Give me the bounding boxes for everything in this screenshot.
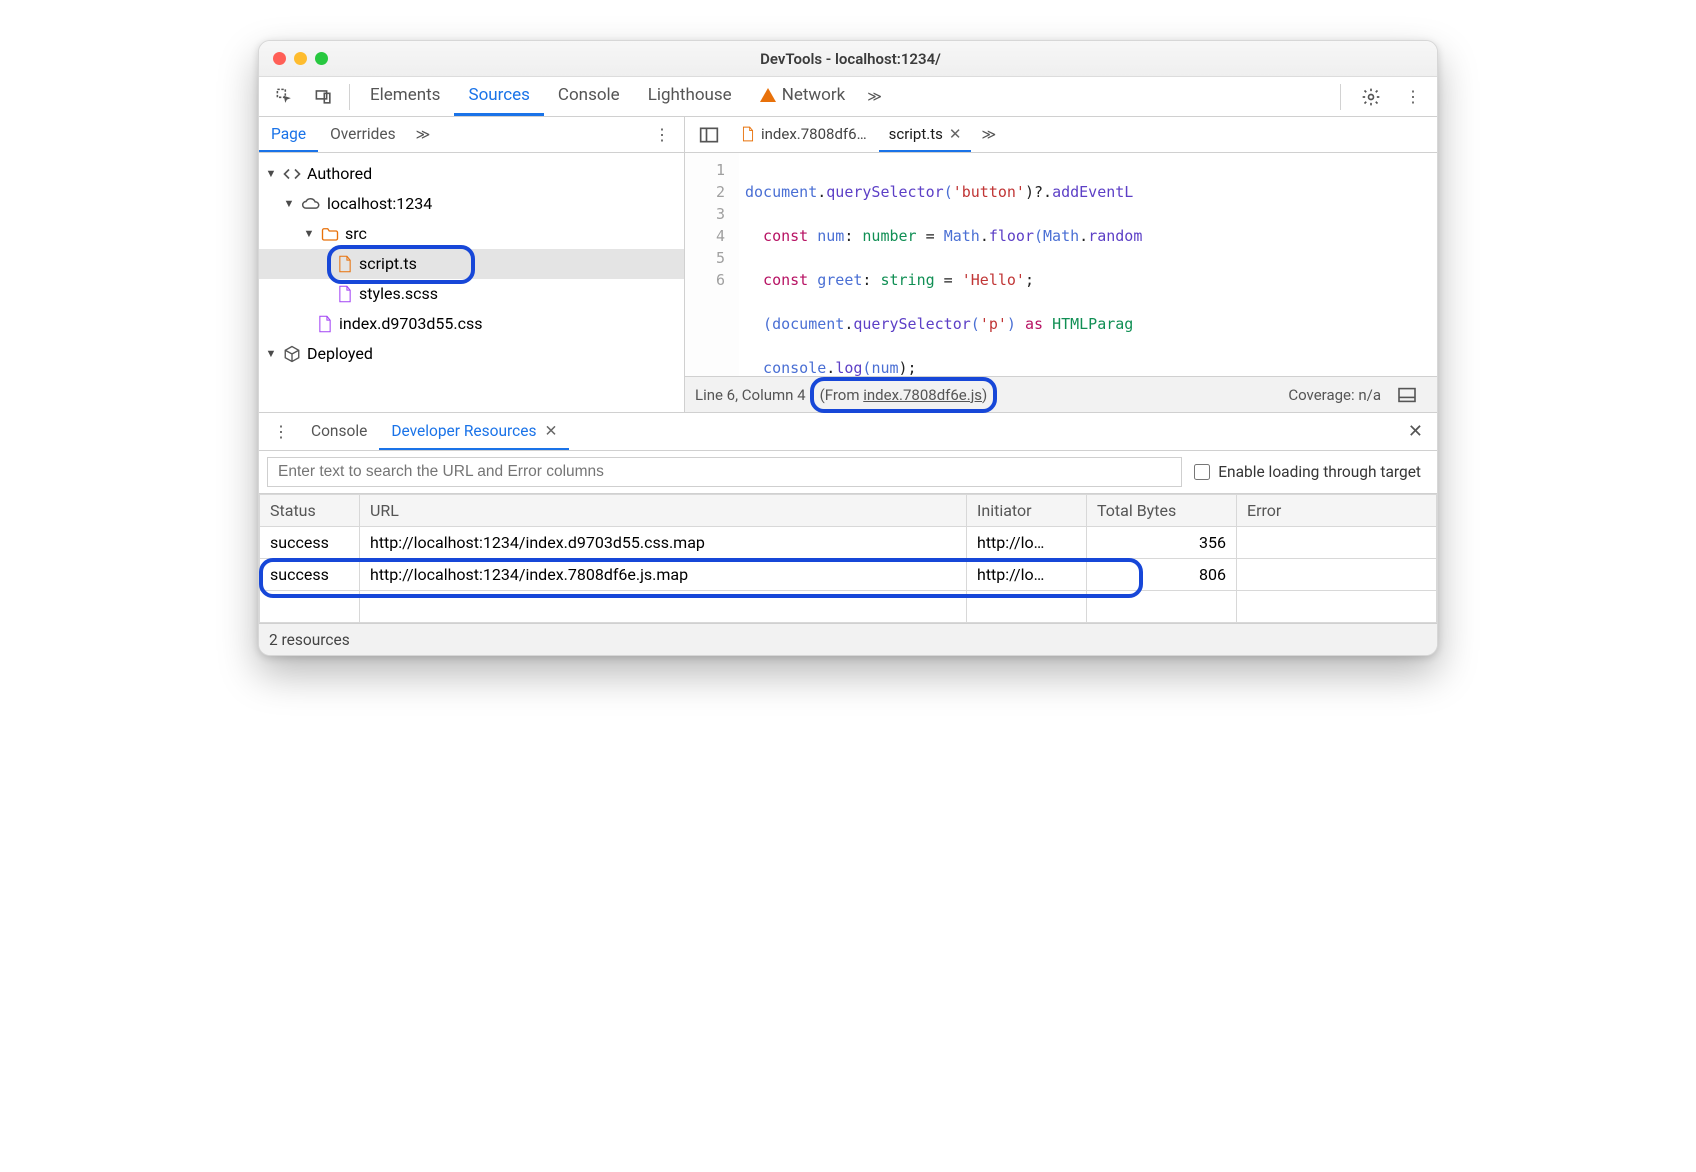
file-icon bbox=[317, 315, 333, 333]
folder-icon bbox=[321, 226, 339, 242]
tree-authored[interactable]: ▼ Authored bbox=[259, 159, 684, 189]
status-coverage: Coverage: n/a bbox=[1288, 386, 1381, 404]
file-icon bbox=[337, 255, 353, 273]
tree-file-styles[interactable]: styles.scss bbox=[259, 279, 684, 309]
drawer-tab-console[interactable]: Console bbox=[299, 413, 379, 450]
pane-tab-page[interactable]: Page bbox=[259, 117, 318, 152]
tab-lighthouse[interactable]: Lighthouse bbox=[634, 77, 746, 116]
tree-host[interactable]: ▼ localhost:1234 bbox=[259, 189, 684, 219]
tree-file-script-label: script.ts bbox=[359, 249, 417, 279]
col-status[interactable]: Status bbox=[260, 495, 360, 527]
more-tabs-icon[interactable]: ≫ bbox=[859, 89, 890, 105]
resource-search-input[interactable] bbox=[267, 457, 1182, 487]
tab-elements-label: Elements bbox=[370, 85, 440, 105]
editor-pane: index.7808df6… script.ts ✕ ≫ 123456 docu… bbox=[685, 117, 1437, 412]
status-linecol: Line 6, Column 4 bbox=[695, 386, 806, 404]
enable-loading-checkbox[interactable]: Enable loading through target bbox=[1194, 463, 1429, 481]
status-from: (From index.7808df6e.js) bbox=[816, 383, 992, 407]
cloud-icon bbox=[301, 195, 321, 213]
drawer-status: 2 resources bbox=[259, 623, 1437, 655]
gutter: 123456 bbox=[685, 153, 739, 376]
col-url[interactable]: URL bbox=[360, 495, 967, 527]
close-drawer-tab-icon[interactable]: ✕ bbox=[544, 422, 557, 440]
tree-file-styles-label: styles.scss bbox=[359, 279, 438, 309]
editor-tab-script-label: script.ts bbox=[889, 125, 943, 143]
editor-more-tabs-icon[interactable]: ≫ bbox=[973, 127, 1004, 143]
code-editor[interactable]: 123456 document.querySelector('button')?… bbox=[685, 153, 1437, 376]
close-tab-icon[interactable]: ✕ bbox=[949, 125, 962, 143]
bottom-drawer-icon[interactable] bbox=[1387, 387, 1427, 403]
code-icon bbox=[283, 165, 301, 183]
tab-elements[interactable]: Elements bbox=[356, 77, 454, 116]
devtools-window: DevTools - localhost:1234/ Elements Sour… bbox=[258, 40, 1438, 656]
titlebar: DevTools - localhost:1234/ bbox=[259, 41, 1437, 77]
window-title: DevTools - localhost:1234/ bbox=[278, 50, 1423, 68]
tree-authored-label: Authored bbox=[307, 159, 372, 189]
kebab-menu-icon[interactable]: ⋮ bbox=[1395, 87, 1431, 106]
pane-kebab-icon[interactable]: ⋮ bbox=[644, 125, 680, 144]
settings-icon[interactable] bbox=[1351, 87, 1391, 107]
sourcemap-link[interactable]: index.7808df6e.js bbox=[863, 386, 982, 404]
pane-tab-overrides[interactable]: Overrides bbox=[318, 117, 408, 152]
resources-table: Status URL Initiator Total Bytes Error s… bbox=[259, 494, 1437, 623]
tree-host-label: localhost:1234 bbox=[327, 189, 432, 219]
tab-network[interactable]: Network bbox=[746, 77, 860, 116]
tab-console[interactable]: Console bbox=[544, 77, 634, 116]
col-error[interactable]: Error bbox=[1237, 495, 1437, 527]
tab-console-label: Console bbox=[558, 85, 620, 105]
tree-deployed-label: Deployed bbox=[307, 339, 373, 369]
drawer-status-label: 2 resources bbox=[269, 631, 350, 649]
navigator-pane: Page Overrides ≫ ⋮ ▼ Authored ▼ localhos… bbox=[259, 117, 685, 412]
tab-network-label: Network bbox=[782, 85, 846, 105]
editor-tab-script[interactable]: script.ts ✕ bbox=[879, 117, 972, 152]
tab-sources[interactable]: Sources bbox=[454, 77, 543, 116]
tree-file-script[interactable]: script.ts bbox=[259, 249, 684, 279]
tab-lighthouse-label: Lighthouse bbox=[648, 85, 732, 105]
package-icon bbox=[283, 345, 301, 363]
drawer-tab-devres[interactable]: Developer Resources ✕ bbox=[379, 413, 569, 450]
drawer-tab-console-label: Console bbox=[311, 422, 367, 440]
table-row bbox=[260, 591, 1437, 623]
table-row[interactable]: success http://localhost:1234/index.7808… bbox=[260, 559, 1437, 591]
file-tree: ▼ Authored ▼ localhost:1234 ▼ src script… bbox=[259, 153, 684, 412]
col-initiator[interactable]: Initiator bbox=[967, 495, 1087, 527]
enable-loading-checkbox-input[interactable] bbox=[1194, 464, 1210, 480]
editor-tab-index-label: index.7808df6… bbox=[761, 125, 867, 143]
tab-sources-label: Sources bbox=[468, 85, 529, 105]
main-tabs: Elements Sources Console Lighthouse Netw… bbox=[259, 77, 1437, 117]
tree-folder-src[interactable]: ▼ src bbox=[259, 219, 684, 249]
col-bytes[interactable]: Total Bytes bbox=[1087, 495, 1237, 527]
close-drawer-icon[interactable]: ✕ bbox=[1398, 421, 1433, 442]
file-icon bbox=[741, 126, 755, 142]
tree-deployed[interactable]: ▼ Deployed bbox=[259, 339, 684, 369]
table-row[interactable]: success http://localhost:1234/index.d970… bbox=[260, 527, 1437, 559]
editor-status-bar: Line 6, Column 4 (From index.7808df6e.js… bbox=[685, 376, 1437, 412]
toggle-navigator-icon[interactable] bbox=[689, 126, 729, 144]
pane-tab-page-label: Page bbox=[271, 125, 306, 143]
editor-tab-index[interactable]: index.7808df6… bbox=[731, 117, 877, 152]
drawer-kebab-icon[interactable]: ⋮ bbox=[263, 422, 299, 441]
tree-folder-src-label: src bbox=[345, 219, 367, 249]
device-toggle-icon[interactable] bbox=[304, 87, 343, 106]
file-icon bbox=[337, 285, 353, 303]
tree-file-indexcss-label: index.d9703d55.css bbox=[339, 309, 483, 339]
drawer-body: Enable loading through target Status URL… bbox=[259, 451, 1437, 623]
enable-loading-label: Enable loading through target bbox=[1218, 463, 1421, 481]
code-content: document.querySelector('button')?.addEve… bbox=[739, 153, 1142, 376]
pane-tab-overrides-label: Overrides bbox=[330, 125, 396, 143]
inspect-icon[interactable] bbox=[265, 87, 304, 106]
drawer-tabs: ⋮ Console Developer Resources ✕ ✕ bbox=[259, 413, 1437, 451]
tree-file-indexcss[interactable]: index.d9703d55.css bbox=[259, 309, 684, 339]
pane-more-icon[interactable]: ≫ bbox=[408, 127, 439, 143]
warning-icon bbox=[760, 88, 776, 102]
drawer-tab-devres-label: Developer Resources bbox=[391, 422, 536, 440]
